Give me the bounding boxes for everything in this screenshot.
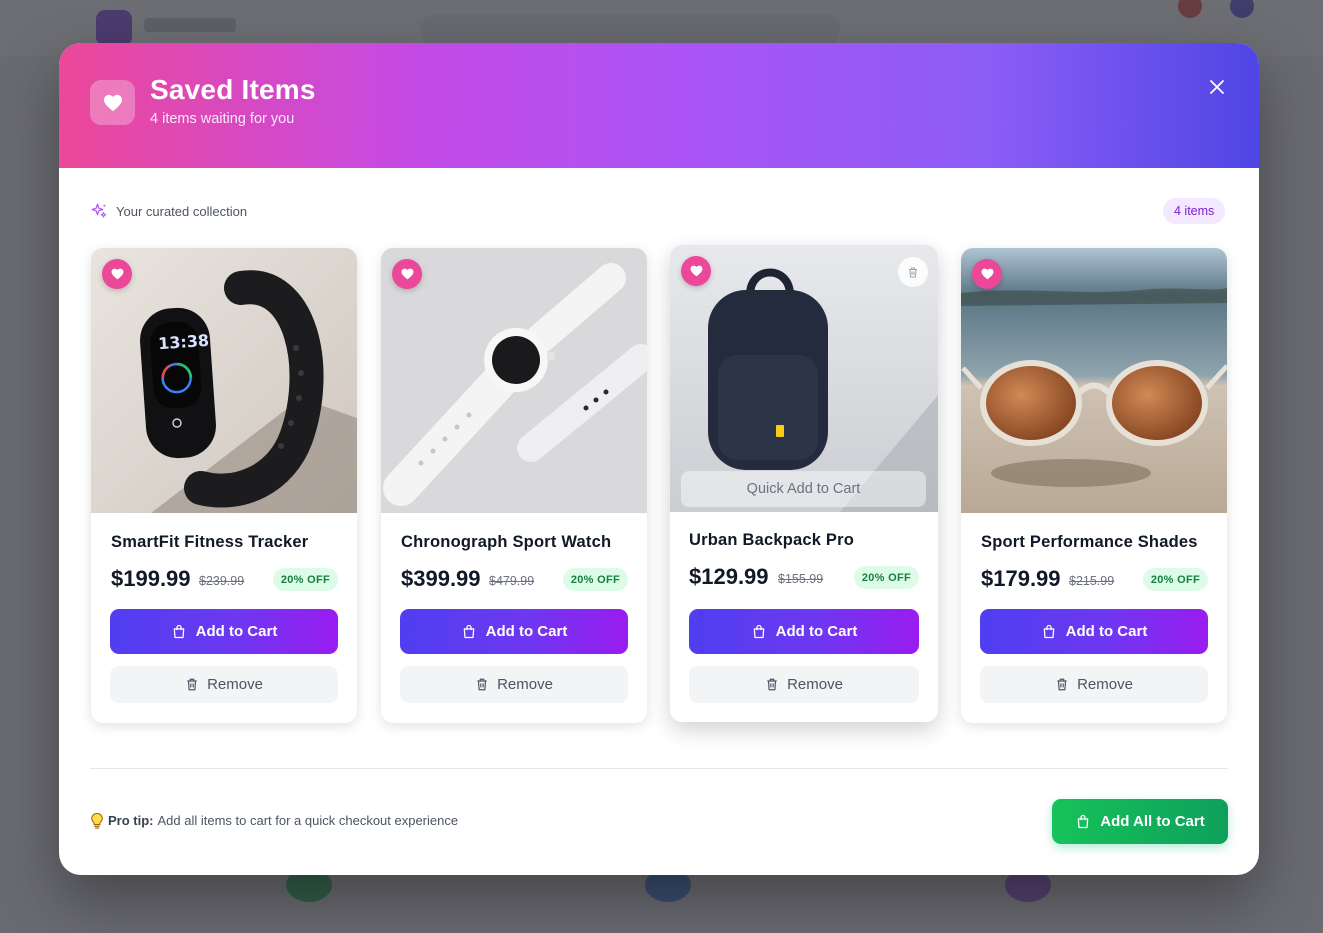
original-price: $239.99 — [199, 574, 245, 588]
product-image-fitness-tracker[interactable]: 13:38 — [91, 248, 357, 513]
footer-divider — [90, 768, 1228, 769]
product-card: Chronograph Sport Watch $399.99 $479.99 … — [381, 248, 647, 723]
product-image-backpack[interactable]: Quick Add to Cart — [670, 245, 938, 512]
remove-label: Remove — [1077, 676, 1133, 693]
product-price: $199.99 — [111, 566, 191, 591]
close-button[interactable] — [1203, 73, 1231, 101]
add-to-cart-button[interactable]: Add to Cart — [400, 609, 628, 654]
remove-label: Remove — [497, 676, 553, 693]
shopping-bag-icon — [1043, 624, 1054, 639]
add-to-cart-button[interactable]: Add to Cart — [110, 609, 338, 654]
shopping-bag-icon — [173, 624, 184, 639]
add-to-cart-label: Add to Cart — [775, 623, 858, 640]
modal-subtitle: 4 items waiting for you — [150, 111, 295, 127]
pro-tip-text: Add all items to cart for a quick checko… — [157, 813, 459, 828]
product-price: $179.99 — [981, 566, 1061, 591]
heart-icon — [111, 268, 123, 280]
add-to-cart-label: Add to Cart — [1065, 623, 1148, 640]
collection-header: Your curated collection — [90, 201, 247, 221]
trash-icon — [1057, 678, 1067, 691]
favorite-toggle[interactable] — [102, 259, 132, 289]
product-image-sunglasses[interactable] — [961, 248, 1227, 513]
trash-icon — [767, 678, 777, 691]
trash-icon — [909, 267, 917, 277]
discount-badge: 20% OFF — [1142, 568, 1208, 591]
original-price: $215.99 — [1069, 574, 1115, 588]
product-price: $399.99 — [401, 566, 481, 591]
sport-watch-illustration — [381, 248, 647, 513]
modal-title: Saved Items — [150, 74, 316, 105]
collection-label: Your curated collection — [116, 203, 248, 219]
saved-items-modal: Saved Items 4 items waiting for you Your… — [59, 43, 1259, 875]
sunglasses-illustration — [961, 248, 1227, 513]
favorite-toggle[interactable] — [681, 256, 711, 286]
original-price: $479.99 — [489, 574, 535, 588]
quick-remove-button[interactable] — [898, 257, 928, 287]
product-name: Urban Backpack Pro — [689, 531, 854, 549]
pro-tip: Pro tip: Add all items to cart for a qui… — [90, 812, 458, 829]
svg-text:13:38: 13:38 — [158, 331, 210, 354]
heart-icon — [401, 268, 413, 280]
original-price: $155.99 — [778, 572, 824, 586]
trash-icon — [477, 678, 487, 691]
remove-button[interactable]: Remove — [110, 666, 338, 703]
product-name: Chronograph Sport Watch — [401, 533, 612, 551]
product-card: Sport Performance Shades $179.99 $215.99… — [961, 248, 1227, 723]
remove-label: Remove — [787, 676, 843, 693]
add-to-cart-label: Add to Cart — [485, 623, 568, 640]
shopping-bag-icon — [753, 624, 764, 639]
product-name: SmartFit Fitness Tracker — [111, 533, 309, 551]
pro-tip-label: Pro tip: — [108, 813, 154, 828]
favorite-toggle[interactable] — [392, 259, 422, 289]
add-all-label: Add All to Cart — [1100, 813, 1205, 830]
product-image-sport-watch[interactable] — [381, 248, 647, 513]
shopping-bag-icon — [1077, 814, 1089, 829]
header-icon-box — [90, 80, 135, 125]
sparkles-icon — [91, 203, 107, 218]
fitness-tracker-illustration: 13:38 — [91, 248, 357, 513]
shopping-bag-icon — [463, 624, 474, 639]
remove-button[interactable]: Remove — [689, 666, 919, 703]
product-name: Sport Performance Shades — [981, 533, 1198, 551]
favorite-toggle[interactable] — [972, 259, 1002, 289]
remove-label: Remove — [207, 676, 263, 693]
add-all-to-cart-button[interactable]: Add All to Cart — [1052, 799, 1228, 844]
add-to-cart-button[interactable]: Add to Cart — [689, 609, 919, 654]
heart-icon — [690, 265, 702, 277]
close-icon — [1210, 80, 1224, 94]
discount-badge: 20% OFF — [853, 566, 919, 589]
lightbulb-icon — [91, 812, 103, 829]
add-to-cart-button[interactable]: Add to Cart — [980, 609, 1208, 654]
quick-add-button[interactable]: Quick Add to Cart — [681, 471, 926, 507]
item-count-badge: 4 items — [1163, 198, 1226, 224]
heart-icon — [103, 94, 122, 111]
add-to-cart-label: Add to Cart — [195, 623, 278, 640]
trash-icon — [187, 678, 197, 691]
product-card: Quick Add to Cart Urban Backpack Pro $12… — [670, 245, 938, 722]
discount-badge: 20% OFF — [562, 568, 628, 591]
remove-button[interactable]: Remove — [980, 666, 1208, 703]
heart-icon — [981, 268, 993, 280]
modal-header: Saved Items 4 items waiting for you — [59, 43, 1259, 168]
remove-button[interactable]: Remove — [400, 666, 628, 703]
product-card: 13:38 SmartFit Fitness Tracker $199.99 $… — [91, 248, 357, 723]
discount-badge: 20% OFF — [272, 568, 338, 591]
product-price: $129.99 — [689, 564, 769, 589]
